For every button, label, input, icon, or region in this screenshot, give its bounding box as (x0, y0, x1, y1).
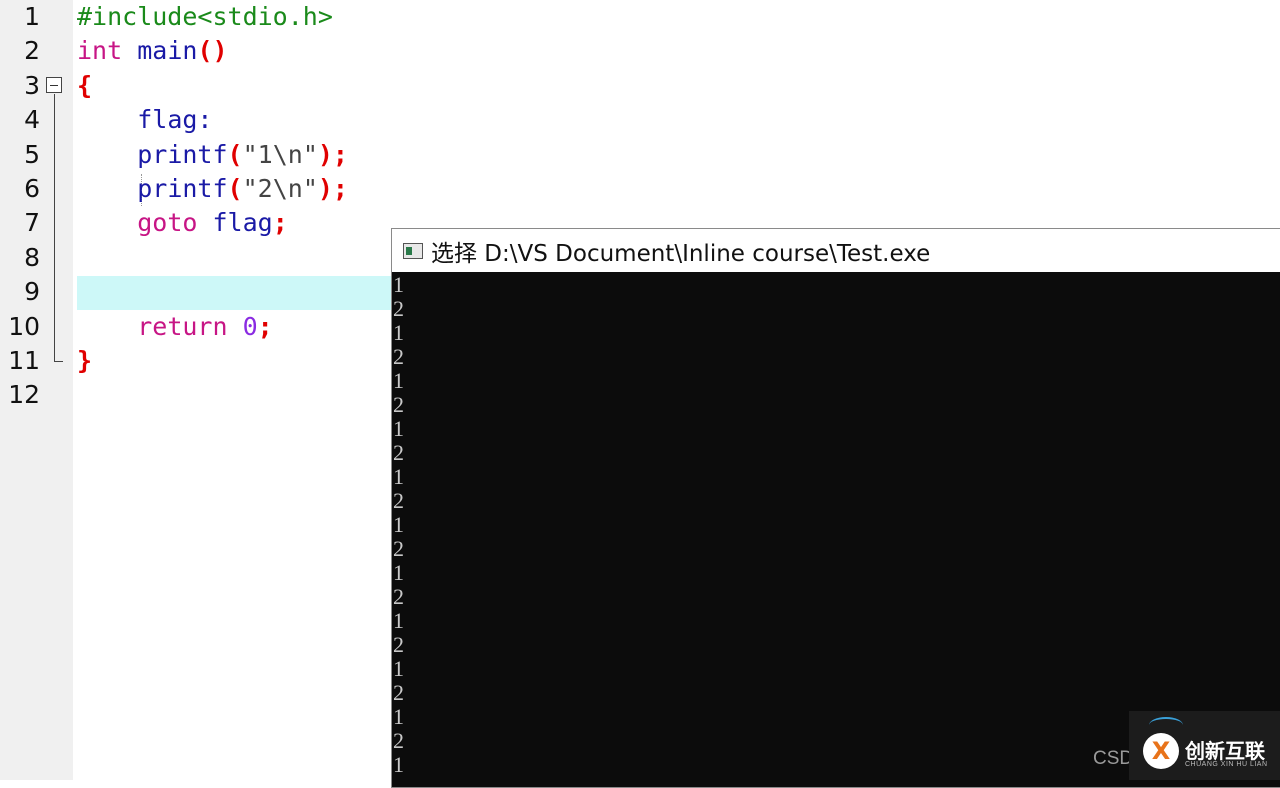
open-paren: ( (227, 174, 243, 203)
include-directive: #include<stdio.h> (77, 2, 333, 31)
code-line-4: flag: (77, 103, 212, 137)
console-app-icon (403, 242, 423, 259)
code-line-7: goto flag; (77, 206, 288, 240)
console-output-line: 2 (393, 344, 404, 369)
console-output-line: 2 (393, 680, 404, 705)
console-title: 选择 D:\VS Document\Inline course\Test.exe (431, 240, 931, 267)
watermark-text: CSD (1093, 748, 1134, 769)
console-output-line: 2 (393, 488, 404, 513)
close-paren: ); (317, 174, 348, 203)
printf-call: printf (137, 139, 228, 169)
line-number: 4 (24, 105, 40, 135)
line-number: 6 (24, 174, 40, 203)
console-output-line: 1 (393, 464, 404, 489)
brand-subtitle: CHUANG XIN HU LIAN (1185, 761, 1268, 768)
fold-guide-end (54, 361, 63, 362)
close-brace: } (77, 346, 93, 375)
console-output-line: 1 (393, 512, 404, 537)
type-keyword: int (77, 36, 123, 66)
semicolon: ; (272, 208, 288, 238)
string-literal: "2 (242, 174, 273, 203)
console-output[interactable]: 121212121212121212121 (392, 273, 1280, 787)
line-number-gutter: 1 2 3 4 5 6 7 8 9 10 11 12 (0, 0, 73, 780)
close-paren: ); (317, 139, 348, 169)
goto-target: flag (212, 208, 273, 238)
console-output-line: 2 (393, 392, 404, 417)
goto-keyword: goto (137, 208, 198, 238)
line-number: 12 (8, 380, 40, 410)
line-number: 9 (24, 277, 40, 307)
label: flag: (137, 105, 213, 135)
brand-name: 创新互联 (1185, 739, 1265, 763)
string-literal: "1 (242, 139, 273, 169)
console-output-line: 1 (393, 273, 404, 297)
console-output-line: 2 (393, 632, 404, 657)
line-number: 3 (24, 70, 40, 100)
console-output-line: 2 (393, 536, 404, 561)
return-keyword: return (137, 311, 228, 341)
semicolon: ; (257, 311, 273, 341)
open-paren: ( (227, 139, 243, 169)
console-output-line: 1 (393, 608, 404, 633)
escape-sequence: \n (272, 139, 303, 169)
logo-arc-icon (1149, 717, 1183, 733)
watermark-badge: X 创新互联 CHUANG XIN HU LIAN (1129, 711, 1280, 780)
console-output-line: 2 (393, 440, 404, 465)
console-output-line: 1 (393, 560, 404, 585)
string-end: " (302, 174, 318, 203)
fold-collapse-icon[interactable] (46, 77, 62, 93)
console-window[interactable]: 选择 D:\VS Document\Inline course\Test.exe… (391, 228, 1280, 788)
printf-call: printf (137, 174, 228, 203)
current-line-highlight (77, 276, 407, 310)
console-output-line: 1 (393, 656, 404, 681)
code-line-11: } (77, 344, 92, 378)
function-name: main (137, 36, 198, 66)
code-line-6: printf("2\n"); (77, 172, 348, 206)
code-line-2: int main() (77, 34, 228, 68)
line-number: 2 (24, 36, 40, 66)
string-end: " (302, 139, 318, 169)
parens: () (197, 36, 228, 66)
code-line-3: { (77, 69, 92, 103)
line-number: 5 (24, 139, 40, 169)
console-titlebar[interactable]: 选择 D:\VS Document\Inline course\Test.exe (392, 229, 1280, 272)
number-literal: 0 (242, 311, 258, 341)
line-number: 7 (24, 208, 40, 238)
code-line-5: printf("1\n"); (77, 138, 348, 172)
code-line-1: #include<stdio.h> (77, 0, 333, 34)
line-number: 8 (24, 242, 40, 272)
console-output-line: 2 (393, 296, 404, 321)
fold-guide-line (54, 94, 55, 362)
console-output-line: 1 (393, 320, 404, 345)
console-output-line: 1 (393, 416, 404, 441)
brand-logo-icon: X (1143, 733, 1179, 769)
code-line-10: return 0; (77, 310, 273, 344)
escape-sequence: \n (272, 174, 303, 203)
line-number: 11 (8, 346, 40, 375)
console-output-line: 1 (393, 368, 404, 393)
line-number: 1 (24, 2, 40, 31)
open-brace: { (77, 70, 93, 100)
line-number: 10 (8, 311, 40, 341)
console-output-line: 2 (393, 584, 404, 609)
